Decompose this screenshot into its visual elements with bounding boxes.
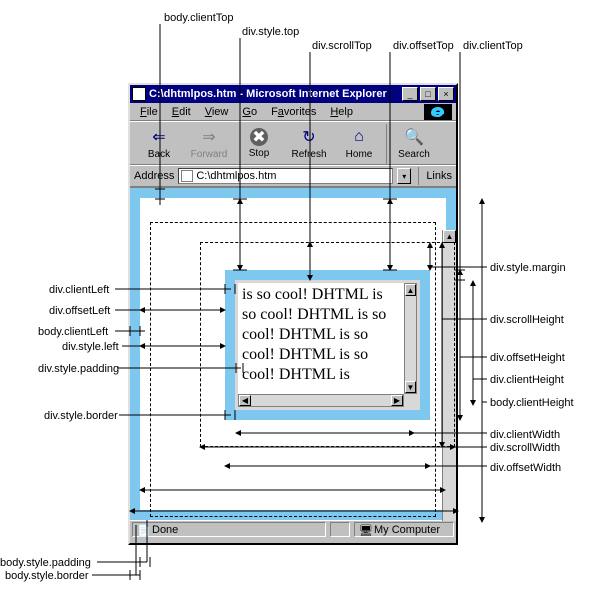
document-icon: 📄 bbox=[137, 524, 149, 536]
label-body-clientLeft: body.clientLeft bbox=[38, 326, 108, 338]
label-div-style-top: div.style.top bbox=[242, 26, 299, 38]
label-body-style-border: body.style.border bbox=[5, 570, 89, 582]
status-empty bbox=[330, 522, 350, 537]
titlebar[interactable]: C:\dhtmlpos.htm - Microsoft Internet Exp… bbox=[130, 85, 456, 103]
addressbar: Address C:\dhtmlpos.htm ▾ Links bbox=[130, 165, 456, 187]
menu-file[interactable]: File bbox=[134, 105, 164, 119]
maximize-button[interactable]: □ bbox=[420, 87, 436, 101]
div-scrollbar-horizontal[interactable]: ◀ ▶ bbox=[238, 394, 404, 407]
menu-go[interactable]: Go bbox=[236, 105, 263, 119]
address-dropdown[interactable]: ▾ bbox=[397, 168, 411, 184]
label-div-scrollWidth: div.scrollWidth bbox=[490, 442, 560, 454]
forward-button[interactable]: ⇒Forward bbox=[184, 124, 234, 162]
address-input[interactable]: C:\dhtmlpos.htm bbox=[178, 168, 393, 184]
div-content: is so cool! DHTML is so cool! DHTML is s… bbox=[238, 283, 404, 394]
home-icon: ⌂ bbox=[349, 127, 369, 147]
links-label[interactable]: Links bbox=[426, 170, 452, 182]
app-icon bbox=[132, 87, 146, 101]
div-scrollbar-vertical[interactable]: ▲ ▼ bbox=[404, 283, 417, 394]
ie-logo-icon bbox=[424, 104, 452, 120]
address-label: Address bbox=[134, 170, 174, 182]
scroll-up-icon[interactable]: ▲ bbox=[443, 230, 456, 243]
window-title: C:\dhtmlpos.htm - Microsoft Internet Exp… bbox=[149, 88, 400, 100]
scroll-right-icon[interactable]: ▶ bbox=[391, 395, 403, 406]
search-icon: 🔍 bbox=[404, 127, 424, 147]
label-div-style-padding: div.style.padding bbox=[38, 363, 119, 375]
page-icon bbox=[181, 170, 193, 182]
label-body-clientHeight: body.clientHeight bbox=[490, 397, 574, 409]
window-scrollbar-vertical[interactable]: ▲ bbox=[442, 230, 456, 521]
back-button[interactable]: ⇐Back bbox=[134, 124, 184, 162]
scroll-left-icon[interactable]: ◀ bbox=[239, 395, 251, 406]
stop-icon: ✖ bbox=[250, 128, 268, 146]
label-div-scrollHeight: div.scrollHeight bbox=[490, 314, 564, 326]
statusbar: 📄 Done 🖥 My Computer bbox=[130, 520, 456, 538]
label-body-style-padding: body.style.padding bbox=[0, 557, 91, 569]
computer-icon: 🖥 bbox=[359, 524, 371, 536]
label-div-style-margin: div.style.margin bbox=[490, 262, 566, 274]
toolbar: ⇐Back ⇒Forward ✖Stop ↻Refresh ⌂Home 🔍Sea… bbox=[130, 121, 456, 165]
refresh-button[interactable]: ↻Refresh bbox=[284, 124, 334, 162]
stop-button[interactable]: ✖Stop bbox=[234, 124, 284, 162]
minimize-button[interactable]: _ bbox=[402, 87, 418, 101]
refresh-icon: ↻ bbox=[299, 127, 319, 147]
close-button[interactable]: × bbox=[438, 87, 454, 101]
label-div-clientHeight: div.clientHeight bbox=[490, 374, 564, 386]
address-value: C:\dhtmlpos.htm bbox=[196, 170, 276, 182]
menu-view[interactable]: View bbox=[199, 105, 235, 119]
label-div-clientLeft: div.clientLeft bbox=[49, 284, 109, 296]
arrow-right-icon: ⇒ bbox=[199, 127, 219, 147]
menu-edit[interactable]: Edit bbox=[166, 105, 197, 119]
menubar: File Edit View Go Favorites Help bbox=[130, 103, 456, 121]
menu-favorites[interactable]: Favorites bbox=[265, 105, 322, 119]
scroll-down-icon[interactable]: ▼ bbox=[405, 381, 416, 393]
div-element: is so cool! DHTML is so cool! DHTML is s… bbox=[225, 270, 430, 420]
label-div-offsetLeft: div.offsetLeft bbox=[49, 305, 110, 317]
label-div-offsetTop: div.offsetTop bbox=[393, 40, 454, 52]
label-body-clientTop: body.clientTop bbox=[164, 12, 234, 24]
status-zone: 🖥 My Computer bbox=[354, 522, 454, 537]
home-button[interactable]: ⌂Home bbox=[334, 124, 384, 162]
label-div-clientTop: div.clientTop bbox=[463, 40, 523, 52]
label-div-style-border: div.style.border bbox=[44, 410, 118, 422]
label-div-offsetWidth: div.offsetWidth bbox=[490, 462, 561, 474]
label-div-scrollTop: div.scrollTop bbox=[312, 40, 372, 52]
label-div-style-left: div.style.left bbox=[62, 341, 119, 353]
scroll-up-icon[interactable]: ▲ bbox=[405, 284, 416, 296]
search-button[interactable]: 🔍Search bbox=[389, 124, 439, 162]
label-div-clientWidth: div.clientWidth bbox=[490, 429, 560, 441]
diagram-canvas: body.clientTop div.style.top div.scrollT… bbox=[0, 0, 609, 602]
arrow-left-icon: ⇐ bbox=[149, 127, 169, 147]
status-done: 📄 Done bbox=[132, 522, 326, 537]
menu-help[interactable]: Help bbox=[324, 105, 359, 119]
label-div-offsetHeight: div.offsetHeight bbox=[490, 352, 565, 364]
